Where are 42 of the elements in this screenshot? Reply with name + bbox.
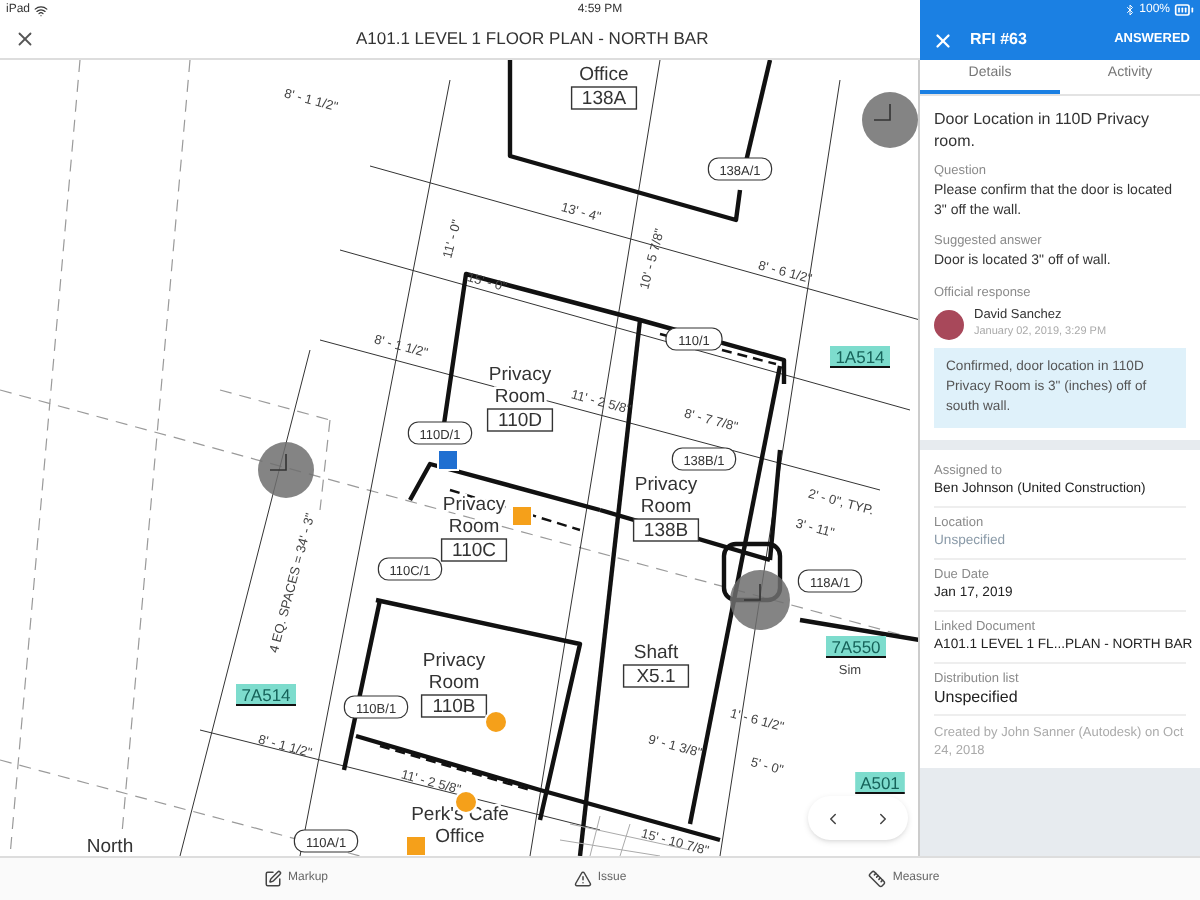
close-button[interactable] — [930, 28, 954, 52]
marker-icon[interactable] — [862, 92, 918, 148]
room-name: Privacy — [634, 474, 698, 496]
marker-icon[interactable] — [258, 442, 314, 498]
room-number: 110C — [440, 538, 508, 562]
room-number: 110D — [486, 408, 554, 432]
close-icon — [931, 29, 953, 51]
room-number: X5.1 — [622, 664, 690, 688]
room-name: Room — [428, 672, 480, 694]
avatar — [934, 309, 964, 339]
room-name: Office — [435, 826, 485, 848]
close-icon — [13, 28, 35, 50]
battery-icon — [1174, 0, 1194, 20]
chevron-left-icon — [824, 809, 842, 827]
room-name: Shaft — [633, 642, 679, 664]
chevron-right-icon — [874, 809, 892, 827]
room-name: Office — [579, 64, 629, 86]
sheet-title: A101.1 LEVEL 1 FLOOR PLAN - NORTH BAR — [356, 26, 709, 52]
warning-triangle-icon — [573, 870, 592, 888]
room-name: Privacy — [422, 650, 486, 672]
room-number: 110B — [420, 694, 488, 718]
room-name: Room — [494, 386, 546, 408]
sheet-callout[interactable]: 7A550 — [825, 636, 887, 658]
pencil-square-icon — [263, 870, 282, 888]
wifi-icon — [34, 3, 49, 17]
sheet-callout[interactable]: 1A514 — [829, 346, 891, 368]
room-number: 138A — [570, 86, 638, 110]
sheet-callout[interactable]: 7A514 — [235, 684, 297, 706]
issue-pin[interactable] — [437, 449, 459, 471]
rfi-subject: Door Location in 110D Privacy room. — [934, 108, 1151, 152]
room-name: Privacy — [488, 364, 552, 386]
ruler-icon — [868, 870, 887, 888]
sheet-callout[interactable]: A501 — [854, 772, 906, 794]
rfi-title: RFI #63 — [970, 28, 1027, 52]
room-number: 138B — [632, 518, 700, 542]
room-name: Privacy — [442, 494, 506, 516]
bluetooth-icon — [1123, 4, 1136, 16]
marker-icon[interactable] — [730, 570, 790, 630]
room-name: Room — [448, 516, 500, 538]
room-name: North — [86, 836, 134, 856]
field-value: Unspecified — [934, 688, 1018, 708]
room-name: Room — [640, 496, 692, 518]
